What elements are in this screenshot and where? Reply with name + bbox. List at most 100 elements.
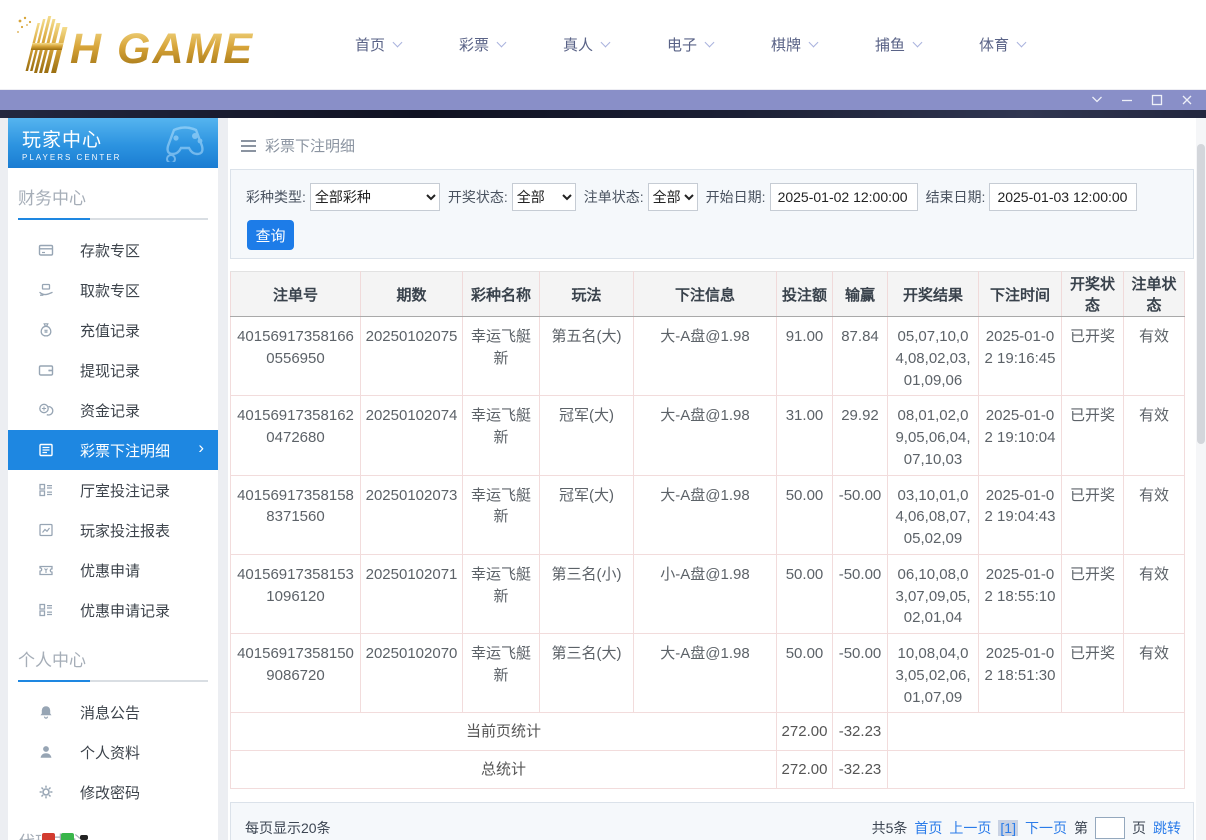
sidebar-item-funds-records[interactable]: 资金记录 — [8, 390, 218, 430]
table-cell: 50.00 — [776, 553, 833, 635]
nav-item-label: 彩票 — [458, 37, 489, 54]
hh-game-logo[interactable]: H GAME — [12, 13, 290, 77]
prev-page-link[interactable]: 上一页 — [949, 818, 991, 838]
table-cell: -50.00 — [832, 474, 888, 555]
nav-item-label: 体育 — [978, 37, 1009, 54]
table-cell: 幸运飞艇新 — [462, 474, 540, 555]
table-cell: 20250102071 — [360, 553, 463, 635]
table-cell: 2025-01-02 19:16:45 — [978, 315, 1062, 397]
order-status-select[interactable]: 全部 — [647, 183, 698, 211]
sidebar-menu: 财务中心存款专区取款专区充值记录提现记录资金记录 彩票下注明细 › 厅室投注记录 玩家投… — [8, 168, 218, 840]
sidebar-item-withdraw-records[interactable]: 提现记录 — [8, 350, 218, 390]
sidebar-section-title: 财务中心 — [18, 189, 86, 208]
chevron-down-icon — [1016, 37, 1027, 47]
lottery-type-select[interactable]: 全部彩种 — [309, 183, 440, 211]
column-header: 下注时间 — [978, 271, 1062, 317]
table-cell: -50.00 — [832, 632, 888, 714]
sidebar-item-room-bet-records[interactable]: 厅室投注记录 — [8, 470, 218, 510]
sidebar-item-label: 提现记录 — [80, 362, 141, 380]
menu-icon[interactable] — [241, 137, 256, 155]
gamepad-icon — [162, 122, 208, 167]
close-icon — [1179, 92, 1195, 108]
table-cell: 幸运飞艇新 — [462, 553, 540, 635]
summary-empty — [887, 750, 1185, 790]
table-cell: 2025-01-02 19:10:04 — [978, 395, 1062, 476]
sidebar-item-label: 消息公告 — [80, 704, 141, 722]
sidebar-item-deposit-zone[interactable]: 存款专区 — [8, 230, 218, 270]
sidebar-item-withdraw-zone[interactable]: 取款专区 — [8, 270, 218, 310]
draw-status-select[interactable]: 全部 — [511, 183, 576, 211]
sidebar-item-promo-apply[interactable]: 优惠申请 — [8, 550, 218, 590]
players-center-header: 玩家中心 PLAYERS CENTER — [8, 118, 218, 168]
sidebar-item-promo-apply-records[interactable]: 优惠申请记录 — [8, 590, 218, 630]
query-button[interactable]: 查询 — [247, 220, 294, 250]
table-cell: 87.84 — [832, 315, 888, 397]
nav-item[interactable]: 电子 — [638, 34, 742, 55]
section-underline-accent — [18, 218, 90, 220]
close-button[interactable] — [1172, 90, 1202, 110]
table-cell: 401569173581660556950 — [230, 315, 361, 397]
sidebar-item-player-bet-report[interactable]: 玩家投注报表 — [8, 510, 218, 550]
table-row: 401569173581509086720 20250102070 幸运飞艇新 第三名… — [230, 632, 1185, 714]
sidebar-item-messages[interactable]: 消息公告 — [8, 692, 218, 732]
withdraw-hand-icon — [38, 282, 54, 298]
pagination-bar: 每页显示20条 共5条 首页 上一页 [1] 下一页 第 页 跳转 — [230, 802, 1194, 840]
table-cell: 有效 — [1123, 315, 1185, 397]
nav-item[interactable]: 体育 — [950, 34, 1054, 55]
table-cell: 已开奖 — [1061, 474, 1124, 555]
collapse-button[interactable] — [1082, 90, 1112, 110]
sidebar-item-recharge-records[interactable]: 充值记录 — [8, 310, 218, 350]
total-count-text: 共5条 — [871, 820, 908, 837]
scrollbar-thumb[interactable] — [1197, 144, 1205, 444]
table-cell: 50.00 — [776, 632, 833, 714]
column-header: 期数 — [360, 271, 463, 317]
nav-item[interactable]: 首页 — [326, 34, 430, 55]
nav-item[interactable]: 真人 — [534, 34, 638, 55]
sidebar: 玩家中心 PLAYERS CENTER 财务中心存款专区取款专区充值记录提现记录… — [8, 118, 218, 840]
lottery-type-label: 彩种类型: — [246, 189, 306, 205]
table-cell: 已开奖 — [1061, 632, 1124, 714]
table-cell: 29.92 — [832, 395, 888, 476]
start-date-input[interactable] — [769, 183, 918, 211]
column-header: 输赢 — [832, 271, 888, 317]
table-cell: 05,07,10,04,08,02,03,01,09,06 — [887, 315, 979, 397]
chevron-down-icon — [912, 37, 923, 47]
filter-panel: 彩种类型: 全部彩种 开奖状态: 全部 注单状态: 全部 开始日期: 结束日期:… — [230, 169, 1194, 259]
summary-win-loss-total: -32.23 — [832, 750, 888, 790]
summary-empty — [887, 712, 1185, 752]
jump-button[interactable]: 跳转 — [1153, 818, 1181, 838]
sidebar-item-profile[interactable]: 个人资料 — [8, 732, 218, 772]
table-cell: 10,08,04,03,05,02,06,01,07,09 — [887, 632, 979, 714]
page-size-text: 每页显示20条 — [245, 820, 331, 837]
sidebar-item-lottery-bet-details[interactable]: 彩票下注明细 › — [8, 430, 218, 470]
desktop-icon-red[interactable] — [42, 833, 55, 840]
table-cell: 06,10,08,03,07,09,05,02,01,04 — [887, 553, 979, 635]
sidebar-item-change-password[interactable]: 修改密码 — [8, 772, 218, 812]
sidebar-item-label: 个人资料 — [80, 744, 141, 762]
minimize-button[interactable] — [1112, 90, 1142, 110]
nav-item[interactable]: 捕鱼 — [846, 34, 950, 55]
nav-item[interactable]: 彩票 — [430, 34, 534, 55]
next-page-link[interactable]: 下一页 — [1025, 818, 1067, 838]
sidebar-section-title: 个人中心 — [18, 651, 86, 670]
sidebar-item-label: 取款专区 — [80, 282, 141, 300]
bets-table: 注单号 期数 彩种名称 玩法 下注信息 投注额 输赢 开奖结果 下注时间 开奖状态 注单状态 4015… — [230, 271, 1185, 790]
end-date-input[interactable] — [989, 183, 1138, 211]
column-header: 彩种名称 — [462, 271, 540, 317]
section-underline-accent — [18, 680, 90, 682]
desktop-shortcut-icons[interactable] — [42, 833, 88, 840]
vertical-scrollbar[interactable] — [1196, 118, 1206, 840]
table-cell: 08,01,02,09,05,06,04,07,10,03 — [887, 395, 979, 476]
column-header: 玩法 — [539, 271, 634, 317]
nav-item[interactable]: 棋牌 — [742, 34, 846, 55]
desktop-icon-dark[interactable] — [80, 835, 88, 840]
maximize-button[interactable] — [1142, 90, 1172, 110]
first-page-link[interactable]: 首页 — [914, 818, 942, 838]
jump-page-input[interactable] — [1095, 817, 1125, 840]
sidebar-item-label: 存款专区 — [80, 242, 141, 260]
summary-row: 总统计 272.00 -32.23 — [230, 750, 1185, 790]
desktop-icon-green[interactable] — [61, 833, 74, 840]
summary-bet-total: 272.00 — [776, 750, 833, 790]
table-cell: 有效 — [1123, 395, 1185, 476]
chevron-right-icon: › — [198, 438, 204, 457]
